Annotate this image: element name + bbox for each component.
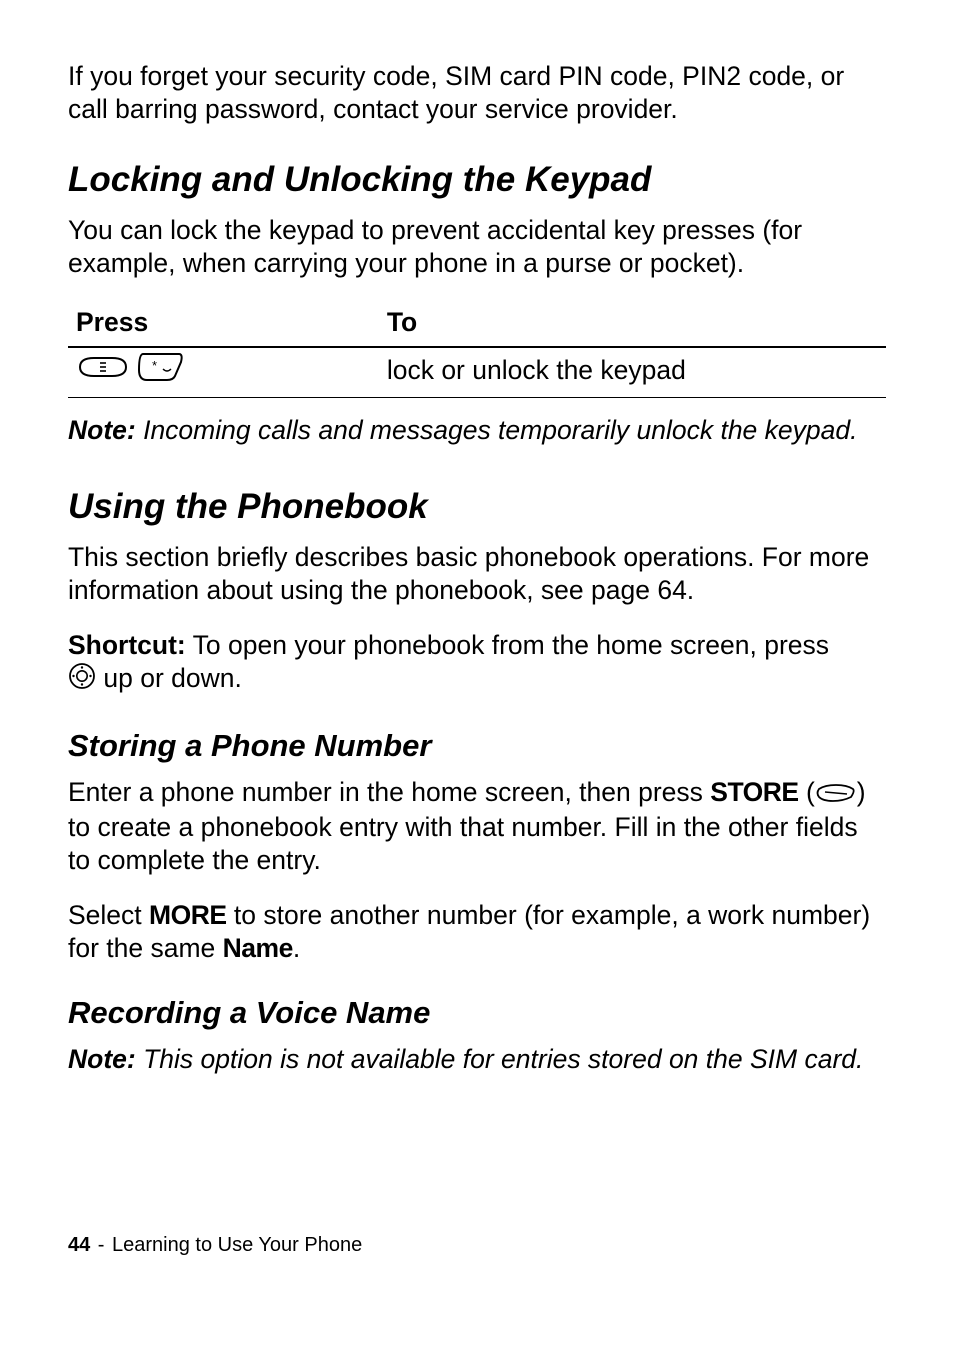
table-cell-keys: * [68, 347, 379, 398]
manual-page: If you forget your security code, SIM ca… [0, 0, 954, 1345]
storing-p2-pre: Select [68, 900, 149, 930]
subsection-title-storing: Storing a Phone Number [68, 728, 886, 764]
subsection-title-recording: Recording a Voice Name [68, 995, 886, 1031]
shortcut-post: up or down. [96, 663, 242, 693]
table-head-to: To [379, 303, 886, 347]
footer-chapter: Learning to Use Your Phone [112, 1234, 362, 1256]
storing-p1-open: ( [799, 777, 815, 807]
right-soft-key-icon [815, 778, 857, 811]
keypad-table: Press To [68, 303, 886, 398]
more-word: MORE [149, 900, 227, 930]
shortcut-label: Shortcut: [68, 630, 186, 660]
page-number: 44 [68, 1234, 90, 1256]
section-title-phonebook: Using the Phonebook [68, 487, 886, 527]
storing-p2-end: . [293, 933, 300, 963]
table-cell-action: lock or unlock the keypad [379, 347, 886, 398]
store-word: STORE [710, 777, 798, 807]
footer-separator: - [92, 1234, 110, 1256]
storing-p1: Enter a phone number in the home screen,… [68, 776, 886, 877]
page-footer: 44 - Learning to Use Your Phone [68, 1234, 362, 1257]
locking-note: Note: Incoming calls and messages tempor… [68, 414, 886, 447]
section-title-locking: Locking and Unlocking the Keypad [68, 160, 886, 200]
menu-key-icon [76, 354, 130, 387]
table-header-row: Press To [68, 303, 886, 347]
storing-p2: Select MORE to store another number (for… [68, 899, 886, 965]
storing-p1-pre: Enter a phone number in the home screen,… [68, 777, 710, 807]
nav-key-icon [68, 662, 96, 698]
shortcut-pre: To open your phonebook from the home scr… [186, 630, 829, 660]
star-key-icon: * [137, 352, 185, 389]
table-head-press: Press [68, 303, 379, 347]
shortcut-paragraph: Shortcut: To open your phonebook from th… [68, 629, 886, 698]
note-label: Note: [68, 415, 136, 445]
recording-note: Note: This option is not available for e… [68, 1043, 886, 1076]
note-body: Incoming calls and messages temporarily … [136, 415, 858, 445]
phonebook-body: This section briefly describes basic pho… [68, 541, 886, 607]
note-body-2: This option is not available for entries… [136, 1044, 864, 1074]
name-word: Name [223, 933, 293, 963]
locking-body: You can lock the keypad to prevent accid… [68, 214, 886, 280]
table-row: * lock or unlock the keypad [68, 347, 886, 398]
note-label-2: Note: [68, 1044, 136, 1074]
svg-text:*: * [152, 358, 157, 373]
intro-paragraph: If you forget your security code, SIM ca… [68, 60, 886, 126]
